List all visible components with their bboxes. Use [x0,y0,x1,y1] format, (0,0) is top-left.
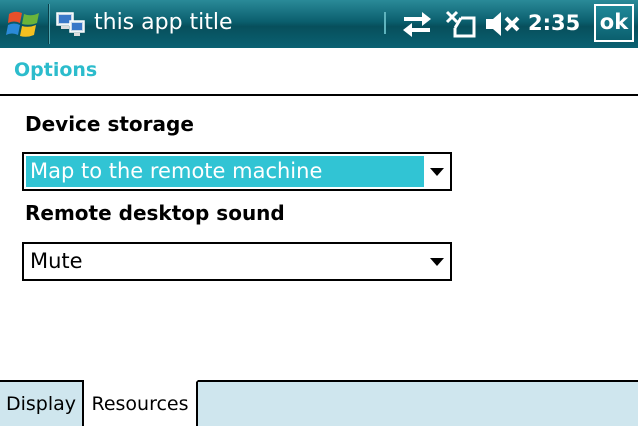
app-title: this app title [94,10,233,35]
remote-desktop-icon [54,7,88,41]
no-signal-icon[interactable] [443,8,477,40]
clock[interactable]: 2:35 [528,9,580,37]
tab-bar: Display Resources [0,380,638,426]
dropdown-arrow-icon[interactable] [430,258,444,266]
start-button[interactable] [0,0,48,48]
titlebar-divider [384,12,386,34]
title-bar: this app title 2:35 ok [0,0,638,48]
page-title: Options [14,59,98,81]
remote-sound-dropdown[interactable]: Mute [22,242,452,281]
dropdown-arrow-icon[interactable] [430,168,444,176]
ok-button[interactable]: ok [594,4,634,42]
remote-sound-value: Mute [30,249,83,273]
sync-icon[interactable] [400,8,434,40]
mute-icon[interactable] [484,8,520,40]
tab-resources[interactable]: Resources [84,380,198,426]
tab-display[interactable]: Display [0,380,84,426]
device-storage-value: Map to the remote machine [26,156,424,187]
heading-divider [0,94,638,96]
windows-start-icon [6,11,39,37]
titlebar-divider [48,4,50,44]
remote-sound-label: Remote desktop sound [25,201,285,225]
device-storage-label: Device storage [25,112,194,136]
device-storage-dropdown[interactable]: Map to the remote machine [22,152,452,191]
